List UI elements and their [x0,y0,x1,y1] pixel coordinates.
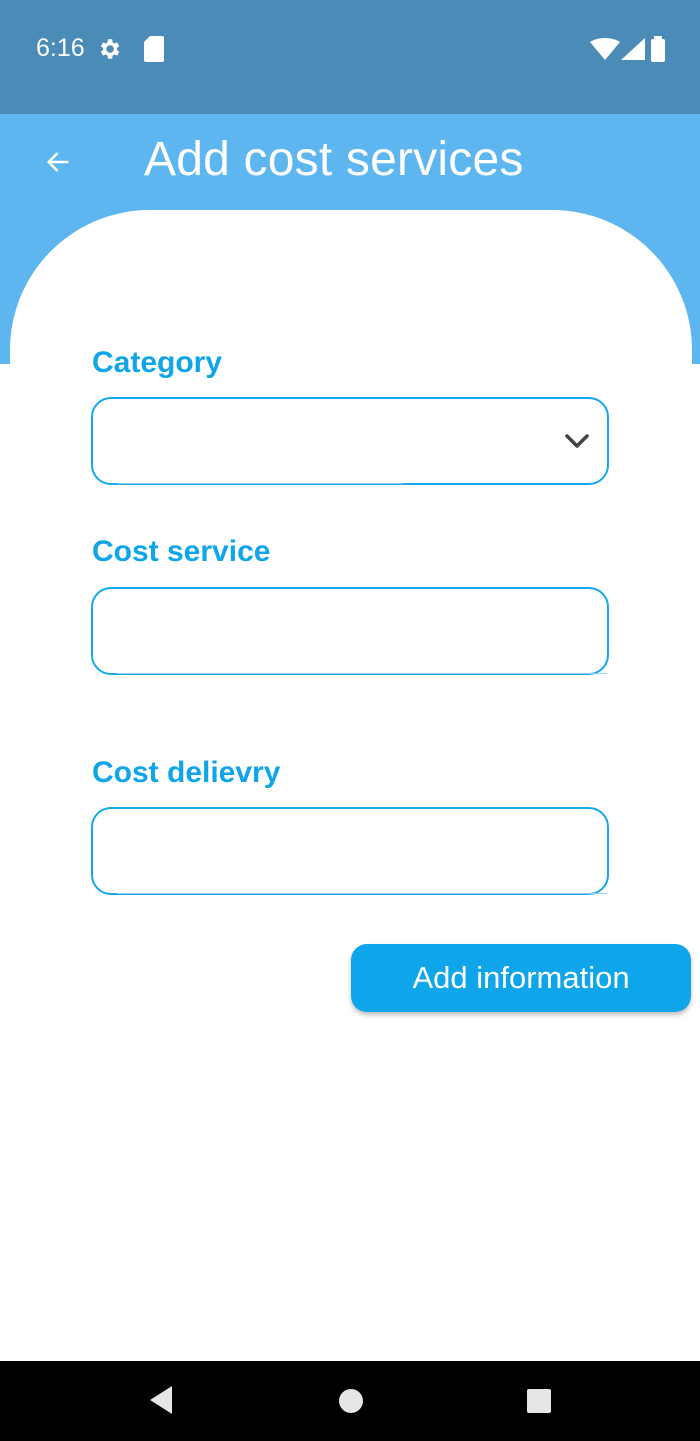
cost-delivery-field[interactable] [91,807,609,895]
system-nav-bar [0,1361,700,1441]
category-value[interactable] [117,413,591,471]
add-information-button[interactable]: Add information [351,944,691,1012]
wifi-icon [590,38,620,65]
status-bar: 6:16 [0,0,700,114]
status-time: 6:16 [36,34,85,62]
form-card [10,210,692,1370]
signal-icon [621,38,645,65]
category-label: Category [92,346,223,379]
chevron-down-icon[interactable] [563,431,591,456]
battery-icon [651,36,665,67]
cost-service-label: Cost service [92,535,271,568]
cost-delivery-underline [117,893,607,894]
sd-card-icon [144,36,164,67]
page-title: Add cost services [144,133,524,186]
arrow-left-icon [44,148,72,181]
nav-recents-icon[interactable] [526,1388,552,1419]
cost-delivery-label: Cost delievry [92,756,281,789]
back-button[interactable] [34,140,82,188]
cost-service-underline [117,673,607,674]
cost-service-field[interactable] [91,587,609,675]
category-underline [117,483,403,484]
nav-back-icon[interactable] [148,1385,174,1420]
cost-service-input[interactable] [117,603,591,661]
cost-delivery-input[interactable] [117,823,591,881]
gear-icon [96,36,122,67]
nav-home-icon[interactable] [338,1388,364,1419]
category-dropdown[interactable] [91,397,609,485]
